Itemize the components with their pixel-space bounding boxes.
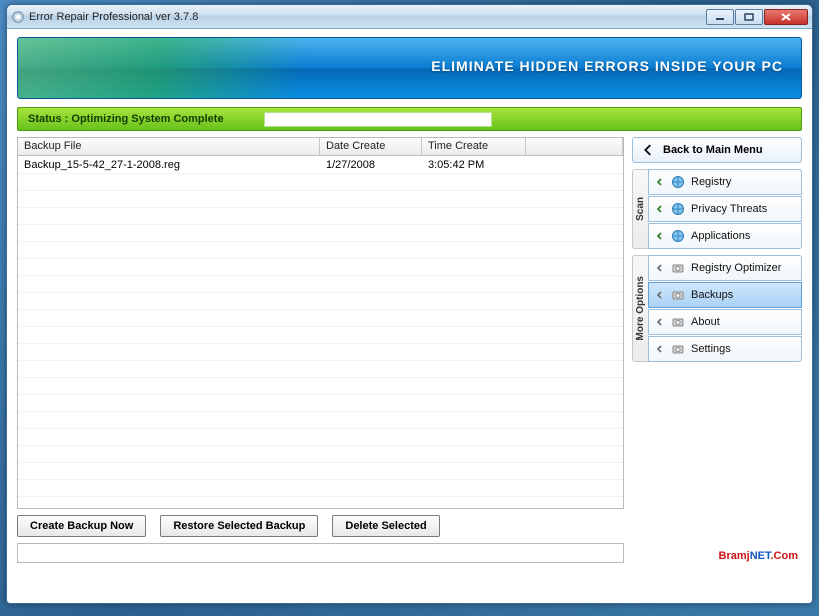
table-header: Backup File Date Create Time Create <box>18 138 623 156</box>
sidebar-item-privacy-threats[interactable]: Privacy Threats <box>648 196 802 222</box>
camera-icon <box>671 342 685 356</box>
sidebar-item-label: Applications <box>691 230 750 242</box>
window-controls <box>705 9 808 25</box>
status-label: Status : Optimizing System Complete <box>28 113 224 125</box>
sidebar: Back to Main Menu Scan Registry P <box>632 137 802 563</box>
sidebar-item-backups[interactable]: Backups <box>648 282 802 308</box>
globe-icon <box>671 202 685 216</box>
chevron-left-icon <box>655 263 665 273</box>
scan-group: Scan Registry Privacy Threats <box>632 169 802 249</box>
col-backup-file[interactable]: Backup File <box>18 138 320 155</box>
chevron-left-icon <box>655 177 665 187</box>
camera-icon <box>671 288 685 302</box>
maximize-button[interactable] <box>735 9 763 25</box>
sidebar-item-about[interactable]: About <box>648 309 802 335</box>
app-body: ELIMINATE HIDDEN ERRORS INSIDE YOUR PC S… <box>7 29 812 569</box>
create-backup-button[interactable]: Create Backup Now <box>17 515 146 537</box>
progress-bar <box>264 112 492 127</box>
cell-time: 3:05:42 PM <box>422 157 526 173</box>
globe-icon <box>671 229 685 243</box>
app-window: Error Repair Professional ver 3.7.8 ELIM… <box>6 4 813 604</box>
back-arrow-icon <box>641 143 655 157</box>
minimize-button[interactable] <box>706 9 734 25</box>
list-pane: Backup File Date Create Time Create Back… <box>17 137 624 563</box>
cell-file: Backup_15-5-42_27-1-2008.reg <box>18 157 320 173</box>
sidebar-item-settings[interactable]: Settings <box>648 336 802 362</box>
sidebar-item-label: Settings <box>691 343 731 355</box>
banner: ELIMINATE HIDDEN ERRORS INSIDE YOUR PC <box>17 37 802 99</box>
cell-date: 1/27/2008 <box>320 157 422 173</box>
restore-backup-button[interactable]: Restore Selected Backup <box>160 515 318 537</box>
sidebar-item-applications[interactable]: Applications <box>648 223 802 249</box>
chevron-left-icon <box>655 231 665 241</box>
footer-box <box>17 543 624 563</box>
scan-group-label: Scan <box>632 169 648 249</box>
status-bar: Status : Optimizing System Complete <box>17 107 802 131</box>
backup-table: Backup File Date Create Time Create Back… <box>17 137 624 509</box>
camera-icon <box>671 315 685 329</box>
watermark: BramjNET.Com <box>719 546 798 563</box>
more-options-label: More Options <box>632 255 648 362</box>
globe-icon <box>671 175 685 189</box>
banner-slogan: ELIMINATE HIDDEN ERRORS INSIDE YOUR PC <box>431 58 783 74</box>
main-menu-label: Back to Main Menu <box>663 144 763 156</box>
sidebar-item-registry-optimizer[interactable]: Registry Optimizer <box>648 255 802 281</box>
back-to-main-menu-button[interactable]: Back to Main Menu <box>632 137 802 163</box>
close-button[interactable] <box>764 9 808 25</box>
col-time-create[interactable]: Time Create <box>422 138 526 155</box>
sidebar-item-registry[interactable]: Registry <box>648 169 802 195</box>
table-row[interactable]: Backup_15-5-42_27-1-2008.reg 1/27/2008 3… <box>18 156 623 174</box>
chevron-left-icon <box>655 317 665 327</box>
sidebar-item-label: Backups <box>691 289 733 301</box>
window-title: Error Repair Professional ver 3.7.8 <box>29 11 705 23</box>
col-spacer <box>526 138 623 155</box>
sidebar-item-label: Registry Optimizer <box>691 262 781 274</box>
content-area: Backup File Date Create Time Create Back… <box>17 137 802 563</box>
sidebar-item-label: About <box>691 316 720 328</box>
titlebar: Error Repair Professional ver 3.7.8 <box>7 5 812 29</box>
chevron-left-icon <box>655 290 665 300</box>
chevron-left-icon <box>655 344 665 354</box>
col-date-create[interactable]: Date Create <box>320 138 422 155</box>
delete-selected-button[interactable]: Delete Selected <box>332 515 439 537</box>
app-icon <box>11 10 25 24</box>
action-buttons: Create Backup Now Restore Selected Backu… <box>17 515 624 537</box>
camera-icon <box>671 261 685 275</box>
sidebar-item-label: Registry <box>691 176 731 188</box>
more-options-group: More Options Registry Optimizer Backups <box>632 255 802 362</box>
chevron-left-icon <box>655 204 665 214</box>
sidebar-item-label: Privacy Threats <box>691 203 767 215</box>
